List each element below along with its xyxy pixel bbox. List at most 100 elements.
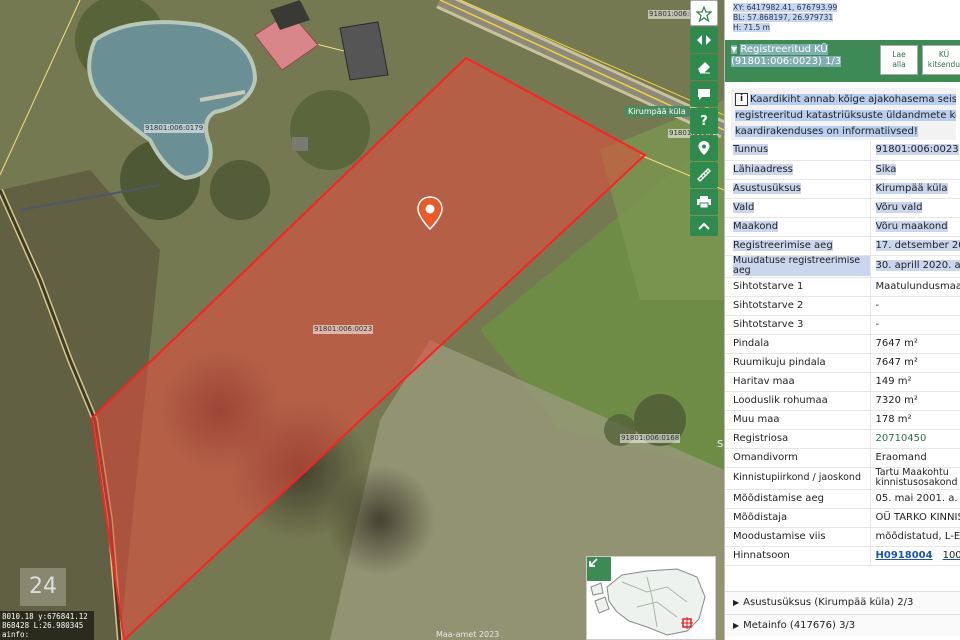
attribute-value-text[interactable]: H0918004	[876, 550, 933, 561]
attribute-value: -	[869, 296, 960, 316]
attribute-value: 7320 m²	[869, 391, 960, 411]
attribute-key: Mõõdistaja	[725, 508, 870, 528]
section-header-registered-parcel[interactable]: ▼ Registreeritud KÜ (91801:006:0023) 1/3…	[725, 40, 960, 82]
attribute-link[interactable]: H0918004 100%	[869, 546, 960, 566]
attribute-row: Tunnus 91801:006:0023	[725, 141, 960, 161]
attribute-key-text: Pindala	[733, 337, 770, 349]
attribute-key-text: Tunnus	[733, 144, 769, 156]
attribute-value: -	[869, 315, 960, 335]
edge-label: S	[717, 439, 724, 450]
attribute-value: 30. aprill 2020. a.	[869, 255, 960, 278]
attribute-row: Asustusüksus Kirumpää küla	[725, 179, 960, 199]
attribute-row: Omandivorm Eraomand	[725, 448, 960, 468]
attribute-value: 7647 m²	[869, 334, 960, 354]
restrictions-button-label: kitsendu	[927, 60, 960, 69]
section-header-settlement[interactable]: ▶ Asustusüksus (Kirumpää küla) 2/3	[725, 591, 960, 613]
attribute-value-text: 05. mai 2001. a.	[875, 492, 958, 504]
attribute-row: Vald Võru vald	[725, 198, 960, 218]
attribute-value: Sika	[869, 160, 960, 180]
swap-layers-button[interactable]	[690, 27, 718, 53]
notice-line: kaardirakenduses on informatiivsed!	[735, 126, 918, 137]
attribute-key-text: Mõõdistamise aeg	[733, 492, 824, 504]
attribute-row: Moodustamise viis mõõdistatud, L-EST	[725, 527, 960, 547]
attribute-value-text: 149 m²	[875, 375, 912, 387]
attribute-value-text: 91801:006:0023	[875, 144, 959, 156]
attribute-key-text: Looduslik rohumaa	[733, 394, 828, 406]
measure-button[interactable]	[690, 162, 718, 188]
village-label: Kirumpää küla	[624, 106, 690, 117]
attribute-row: Sihtotstarve 3 -	[725, 315, 960, 335]
attribute-value-text[interactable]: 20710450	[876, 433, 927, 444]
attribute-value: Tartu Maakohtu kinnistusosakond	[869, 467, 960, 490]
attribute-key-text: Ruumikuju pindala	[733, 356, 826, 368]
attribute-key-text: Sihtotstarve 2	[733, 299, 804, 311]
attribute-value-text: 30. aprill 2020. a.	[875, 260, 960, 271]
arrow-down-left-icon	[589, 558, 598, 567]
attribute-value: Eraomand	[869, 448, 960, 468]
height-value: H: 71.5 m	[733, 23, 770, 32]
attribute-value: 05. mai 2001. a.	[869, 489, 960, 509]
locate-button[interactable]	[690, 135, 718, 161]
attribute-key: Hinnatsoon	[725, 546, 870, 566]
collapse-toolbar-button[interactable]	[690, 216, 718, 236]
coord-line: ainfo:	[2, 630, 30, 639]
attribute-row: Muu maa 178 m²	[725, 410, 960, 430]
attribute-value: 149 m²	[869, 372, 960, 392]
attribute-row: Muudatuse registreerimise aeg 30. aprill …	[725, 255, 960, 278]
help-button[interactable]: ?	[690, 108, 718, 134]
attribute-key-text: Muudatuse registreerimise aeg	[733, 256, 870, 276]
coord-line: 8010.18 y:676841.12	[2, 612, 88, 621]
download-button[interactable]: Lae alla	[880, 45, 918, 75]
notice-line: registreeritud katastriüksuste üldandmet…	[735, 110, 956, 121]
comment-icon	[698, 89, 710, 100]
notice-line: Kaardikiht annab kõige ajakohasema seisu…	[750, 94, 956, 105]
clear-button[interactable]	[690, 54, 718, 80]
favorite-button[interactable]	[690, 0, 718, 26]
attribute-key-text: Registriosa	[733, 432, 789, 444]
section-label: Metainfo (417676) 3/3	[743, 620, 856, 631]
attribute-value-text: Võru maakond	[875, 220, 948, 232]
attribute-value-text: Võru vald	[875, 201, 923, 213]
ruler-icon	[696, 167, 712, 183]
restrictions-button[interactable]: KÜ kitsendu	[922, 45, 960, 75]
attribute-key-text: Hinnatsoon	[733, 549, 790, 561]
attribute-key: Ruumikuju pindala	[725, 353, 870, 373]
section-header-metainfo[interactable]: ▶ Metainfo (417676) 3/3	[725, 614, 960, 636]
attribute-row: Hinnatsoon H0918004 100%	[725, 546, 960, 566]
attribute-key: Registreerimise aeg	[725, 236, 870, 256]
bl-coordinates: BL: 57.868197, 26.979731	[733, 13, 834, 22]
attribute-key: Muudatuse registreerimise aeg	[725, 255, 870, 278]
restrictions-button-label: KÜ	[938, 50, 950, 59]
aerial-map[interactable]: 91801:006:0179 91801:006:0216 91801:006:…	[0, 0, 724, 640]
attribute-value: 178 m²	[869, 410, 960, 430]
attribute-key: Mõõdistamise aeg	[725, 489, 870, 509]
attribute-row: Mõõdistamise aeg 05. mai 2001. a.	[725, 489, 960, 509]
attribute-value-text: 7647 m²	[875, 337, 918, 349]
star-icon	[696, 6, 712, 22]
overview-minimap[interactable]	[586, 556, 716, 640]
minimap-toggle-button[interactable]	[587, 557, 611, 581]
location-marker-icon[interactable]	[417, 196, 443, 230]
attribute-key: Looduslik rohumaa	[725, 391, 870, 411]
download-button-label: Lae	[892, 50, 906, 59]
attribute-value: Kirumpää küla	[869, 179, 960, 199]
attribute-value: Maatulundusmaa 1	[869, 277, 960, 297]
attribute-value-text: OÜ TARKO KINNIS	[875, 511, 960, 523]
attribute-key: Muu maa	[725, 410, 870, 430]
attribute-key-text: Registreerimise aeg	[733, 239, 833, 251]
attribute-link[interactable]: 20710450	[869, 429, 960, 449]
attribute-row: Registreerimise aeg 17. detsember 200	[725, 236, 960, 256]
print-button[interactable]	[690, 189, 718, 215]
attribute-key-text: Lähiaadress	[733, 163, 793, 175]
attribute-value-extra: 100%	[942, 549, 960, 561]
attribute-row: Kinnistupiirkond / jaoskond Tartu Maakoht…	[725, 467, 960, 490]
attribute-row: Looduslik rohumaa 7320 m²	[725, 391, 960, 411]
attribute-value-text: Sika	[875, 163, 897, 175]
attribute-key: Omandivorm	[725, 448, 870, 468]
attribute-value: mõõdistatud, L-EST	[869, 527, 960, 547]
feedback-button[interactable]	[690, 81, 718, 107]
map-canvas[interactable]	[0, 0, 724, 640]
help-icon: ?	[700, 114, 708, 129]
info-notice: iKaardikiht annab kõige ajakohasema seis…	[731, 88, 956, 140]
attribute-key-text: Mõõdistaja	[733, 511, 788, 523]
